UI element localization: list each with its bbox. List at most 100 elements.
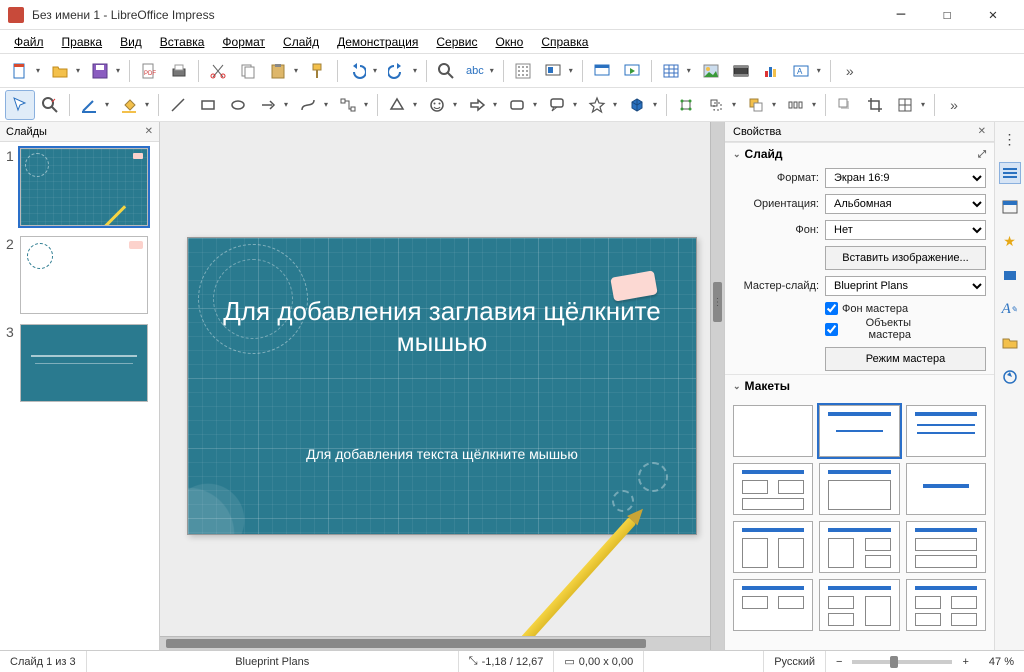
section-slide[interactable]: ⌄ Слайд ⤢ (725, 142, 994, 165)
line-tool[interactable] (164, 91, 192, 119)
insert-textbox-dropdown[interactable]: ▾ (817, 66, 825, 75)
arrow-tool[interactable] (254, 91, 282, 119)
sidebar-tab-gallery[interactable] (999, 332, 1021, 354)
stars-tool[interactable] (583, 91, 611, 119)
toolbar-overflow[interactable]: » (836, 57, 864, 85)
menu-insert[interactable]: Вставка (152, 33, 213, 51)
line-color-dropdown[interactable]: ▾ (105, 100, 113, 109)
layout-12[interactable] (906, 579, 986, 631)
crop-tool[interactable] (861, 91, 889, 119)
status-language[interactable]: Русский (764, 651, 826, 672)
zoom-percent[interactable]: 47 % (979, 651, 1024, 672)
slide-thumb-2[interactable]: 2 (6, 236, 153, 314)
menu-window[interactable]: Окно (487, 33, 531, 51)
paste-button[interactable] (264, 57, 292, 85)
rotate-tool[interactable] (672, 91, 700, 119)
minimize-button[interactable]: ─ (878, 0, 924, 30)
filter-dropdown[interactable]: ▾ (921, 100, 929, 109)
start-slideshow-button[interactable] (588, 57, 616, 85)
3d-objects-dropdown[interactable]: ▾ (653, 100, 661, 109)
drawing-overflow[interactable]: » (940, 91, 968, 119)
connector-dropdown[interactable]: ▾ (364, 100, 372, 109)
basic-shapes-tool[interactable] (383, 91, 411, 119)
open-dropdown[interactable]: ▾ (76, 66, 84, 75)
undo-dropdown[interactable]: ▾ (373, 66, 381, 75)
menu-format[interactable]: Формат (214, 33, 273, 51)
filter-tool[interactable] (891, 91, 919, 119)
undo-button[interactable] (343, 57, 371, 85)
zoom-out-icon[interactable]: − (836, 656, 842, 668)
start-current-slideshow-button[interactable] (618, 57, 646, 85)
flowchart-tool[interactable] (503, 91, 531, 119)
zoom-pan-tool[interactable] (36, 91, 64, 119)
zoom-slider[interactable] (852, 660, 952, 664)
slide-thumb-1[interactable]: 1 (6, 148, 153, 226)
layout-6[interactable] (906, 463, 986, 515)
new-dropdown[interactable]: ▾ (36, 66, 44, 75)
block-arrows-dropdown[interactable]: ▾ (493, 100, 501, 109)
close-button[interactable]: ✕ (970, 0, 1016, 30)
copy-button[interactable] (234, 57, 262, 85)
spellcheck-dropdown[interactable]: ▾ (490, 66, 498, 75)
layout-title-2content[interactable] (906, 405, 986, 457)
symbol-shapes-tool[interactable] (423, 91, 451, 119)
layout-title-content[interactable] (819, 405, 899, 457)
find-button[interactable] (432, 57, 460, 85)
display-views-button[interactable] (539, 57, 567, 85)
format-select[interactable]: Экран 16:9 (825, 168, 986, 188)
insert-table-button[interactable] (657, 57, 685, 85)
zoom-in-icon[interactable]: + (962, 656, 968, 668)
fill-color-dropdown[interactable]: ▾ (145, 100, 153, 109)
cut-button[interactable] (204, 57, 232, 85)
sidebar-tab-slide-transition[interactable] (999, 196, 1021, 218)
layout-4[interactable] (733, 463, 813, 515)
insert-image-button[interactable]: Вставить изображение... (825, 246, 986, 270)
save-button[interactable] (86, 57, 114, 85)
block-arrows-tool[interactable] (463, 91, 491, 119)
print-button[interactable] (165, 57, 193, 85)
callout-dropdown[interactable]: ▾ (573, 100, 581, 109)
clone-format-button[interactable] (304, 57, 332, 85)
layout-5[interactable] (819, 463, 899, 515)
layout-blank[interactable] (733, 405, 813, 457)
select-tool[interactable] (6, 91, 34, 119)
stars-dropdown[interactable]: ▾ (613, 100, 621, 109)
fill-color-tool[interactable] (115, 91, 143, 119)
layout-8[interactable] (819, 521, 899, 573)
sidebar-tab-animation[interactable]: ★ (999, 230, 1021, 252)
slide-thumb-3[interactable]: 3 (6, 324, 153, 402)
master-obj-checkbox[interactable]: Объекты мастера (825, 317, 911, 341)
rectangle-tool[interactable] (194, 91, 222, 119)
arrange-dropdown[interactable]: ▾ (772, 100, 780, 109)
maximize-button[interactable]: ☐ (924, 0, 970, 30)
menu-file[interactable]: Файл (6, 33, 52, 51)
line-color-tool[interactable] (75, 91, 103, 119)
display-views-dropdown[interactable]: ▾ (569, 66, 577, 75)
background-select[interactable]: Нет (825, 220, 986, 240)
save-dropdown[interactable]: ▾ (116, 66, 124, 75)
layout-9[interactable] (906, 521, 986, 573)
insert-chart-button[interactable] (757, 57, 785, 85)
insert-media-button[interactable] (727, 57, 755, 85)
redo-dropdown[interactable]: ▾ (413, 66, 421, 75)
paste-dropdown[interactable]: ▾ (294, 66, 302, 75)
distribute-dropdown[interactable]: ▾ (812, 100, 820, 109)
section-layouts[interactable]: ⌄ Макеты (725, 374, 994, 397)
grid-button[interactable] (509, 57, 537, 85)
horizontal-scrollbar[interactable] (160, 636, 710, 650)
sidebar-tab-properties[interactable] (999, 162, 1021, 184)
zoom-controls[interactable]: − + (826, 651, 979, 672)
connector-tool[interactable] (334, 91, 362, 119)
orientation-select[interactable]: Альбомная (825, 194, 986, 214)
callout-tool[interactable] (543, 91, 571, 119)
shadow-tool[interactable] (831, 91, 859, 119)
sidebar-tab-navigator[interactable] (999, 366, 1021, 388)
insert-image-button[interactable] (697, 57, 725, 85)
text-placeholder[interactable]: Для добавления текста щёлкните мышью (188, 446, 696, 462)
align-dropdown[interactable]: ▾ (732, 100, 740, 109)
insert-textbox-button[interactable]: A (787, 57, 815, 85)
align-tool[interactable] (702, 91, 730, 119)
properties-close-icon[interactable]: ✕ (978, 126, 986, 137)
open-button[interactable] (46, 57, 74, 85)
slides-panel-close-icon[interactable]: ✕ (145, 126, 153, 137)
